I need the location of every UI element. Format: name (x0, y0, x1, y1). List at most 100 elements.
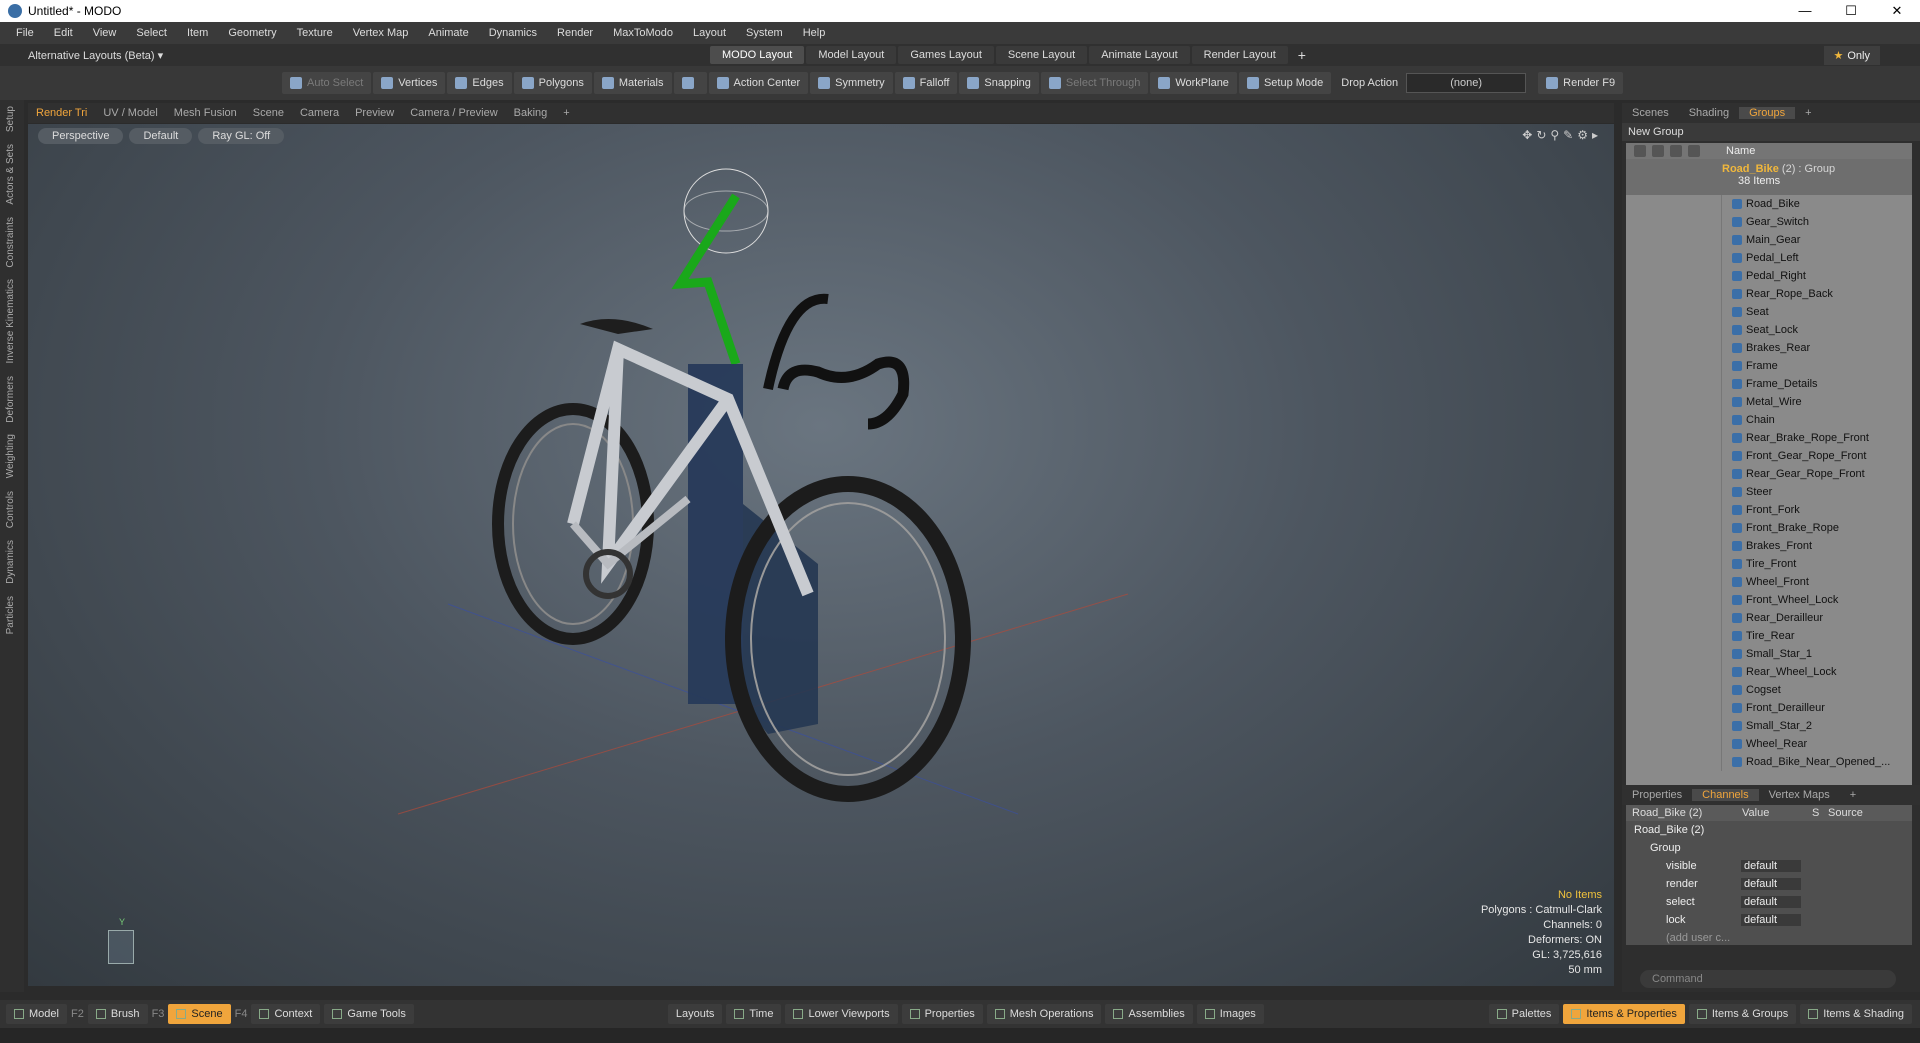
list-item[interactable]: Wheel_Rear (1626, 735, 1912, 753)
tab-baking[interactable]: Baking (506, 107, 556, 119)
list-item[interactable]: Tire_Front (1626, 555, 1912, 573)
group-list[interactable]: Name Road_Bike (2) : Group 38 Items Road… (1626, 143, 1912, 876)
tab-particles[interactable]: Particles (0, 590, 21, 640)
menu-system[interactable]: System (736, 27, 793, 39)
command-input[interactable]: Command (1640, 970, 1896, 988)
menu-geometry[interactable]: Geometry (218, 27, 286, 39)
properties-button[interactable]: Properties (901, 1004, 983, 1024)
list-item[interactable]: Pedal_Right (1626, 267, 1912, 285)
palettes-button[interactable]: Palettes (1488, 1004, 1560, 1024)
list-item[interactable]: Cogset (1626, 681, 1912, 699)
list-item[interactable]: Front_Fork (1626, 501, 1912, 519)
maximize-button[interactable]: ☐ (1828, 3, 1874, 19)
auto-select-button[interactable]: Auto Select (282, 72, 372, 94)
game-tools-button[interactable]: Game Tools (324, 1004, 414, 1024)
list-item[interactable]: Tire_Rear (1626, 627, 1912, 645)
list-item[interactable]: Front_Wheel_Lock (1626, 591, 1912, 609)
add-layout-button[interactable]: + (1290, 47, 1314, 63)
channel-row[interactable]: visible default (1626, 857, 1912, 875)
lower-viewports-button[interactable]: Lower Viewports (785, 1004, 898, 1024)
list-item[interactable]: Frame (1626, 357, 1912, 375)
list-item[interactable]: Seat (1626, 303, 1912, 321)
list-item[interactable]: Rear_Brake_Rope_Front (1626, 429, 1912, 447)
channel-row[interactable]: select default (1626, 893, 1912, 911)
menu-item[interactable]: Item (177, 27, 218, 39)
mesh-operations-button[interactable]: Mesh Operations (986, 1004, 1102, 1024)
polygons-button[interactable]: Polygons (513, 72, 592, 94)
list-item[interactable]: Front_Derailleur (1626, 699, 1912, 717)
context-button[interactable]: Context (251, 1004, 321, 1024)
new-group-button[interactable]: New Group (1622, 123, 1920, 141)
list-item[interactable]: Wheel_Front (1626, 573, 1912, 591)
tab-deformers[interactable]: Deformers (0, 370, 21, 429)
list-item[interactable]: Brakes_Front (1626, 537, 1912, 555)
tab-camera[interactable]: Camera (292, 107, 347, 119)
tab-render-layout[interactable]: Render Layout (1191, 46, 1288, 64)
edges-button[interactable]: Edges (447, 72, 512, 94)
assemblies-button[interactable]: Assemblies (1105, 1004, 1193, 1024)
add-user-channel-row[interactable]: (add user c... (1626, 929, 1912, 947)
tab-render-tri[interactable]: Render Tri (28, 107, 95, 119)
tab-camera-preview[interactable]: Camera / Preview (402, 107, 505, 119)
close-button[interactable]: ✕ (1874, 3, 1920, 19)
menu-view[interactable]: View (83, 27, 127, 39)
list-item[interactable]: Small_Star_1 (1626, 645, 1912, 663)
brush-button[interactable]: Brush (87, 1004, 148, 1024)
add-channel-tab-button[interactable]: + (1840, 789, 1866, 801)
tab-controls[interactable]: Controls (0, 485, 21, 534)
tab-weighting[interactable]: Weighting (0, 428, 21, 484)
list-item[interactable]: Road_Bike_Near_Opened_... (1626, 753, 1912, 771)
channel-group-row[interactable]: Group (1626, 839, 1912, 857)
tab-modo-layout[interactable]: MODO Layout (710, 46, 805, 64)
tab-shading[interactable]: Shading (1679, 107, 1739, 119)
tab-scene-layout[interactable]: Scene Layout (995, 46, 1088, 64)
channel-value-dropdown[interactable]: default (1741, 878, 1801, 890)
channel-value-dropdown[interactable]: default (1741, 896, 1801, 908)
list-item[interactable]: Pedal_Left (1626, 249, 1912, 267)
tab-inverse-kinematics[interactable]: Inverse Kinematics (0, 273, 21, 369)
snapping-button[interactable]: Snapping (959, 72, 1039, 94)
alternative-layouts-dropdown[interactable]: Alternative Layouts (Beta) ▾ (0, 49, 710, 62)
channel-value-dropdown[interactable]: default (1741, 860, 1801, 872)
menu-layout[interactable]: Layout (683, 27, 736, 39)
action-center-button[interactable]: Action Center (708, 72, 809, 94)
tab-scenes[interactable]: Scenes (1622, 107, 1679, 119)
menu-select[interactable]: Select (126, 27, 177, 39)
model-button[interactable]: Model (6, 1004, 67, 1024)
tab-actors-sets[interactable]: Actors & Sets (0, 138, 21, 211)
tab-dynamics[interactable]: Dynamics (0, 534, 21, 590)
tab-preview[interactable]: Preview (347, 107, 402, 119)
channel-row[interactable]: lock default (1626, 911, 1912, 929)
list-item[interactable]: Main_Gear (1626, 231, 1912, 249)
list-item[interactable]: Metal_Wire (1626, 393, 1912, 411)
only-toggle[interactable]: ★ Only (1823, 45, 1880, 65)
tab-games-layout[interactable]: Games Layout (898, 46, 994, 64)
list-item[interactable]: Steer (1626, 483, 1912, 501)
channel-root-row[interactable]: Road_Bike (2) (1626, 821, 1912, 839)
render-toggle-icon[interactable] (1652, 145, 1664, 157)
falloff-button[interactable]: Falloff (894, 72, 958, 94)
tab-setup[interactable]: Setup (0, 100, 21, 138)
list-item[interactable]: Gear_Switch (1626, 213, 1912, 231)
add-panel-tab-button[interactable]: + (1795, 107, 1821, 119)
menu-vertex-map[interactable]: Vertex Map (343, 27, 419, 39)
list-item[interactable]: Rear_Wheel_Lock (1626, 663, 1912, 681)
vertices-button[interactable]: Vertices (373, 72, 446, 94)
select-through-button[interactable]: Select Through (1040, 72, 1149, 94)
symmetry-button[interactable]: Symmetry (810, 72, 893, 94)
menu-dynamics[interactable]: Dynamics (479, 27, 547, 39)
workplane-button[interactable]: WorkPlane (1150, 72, 1237, 94)
group-row-road-bike[interactable]: Road_Bike (2) : Group 38 Items (1626, 159, 1912, 195)
menu-edit[interactable]: Edit (44, 27, 83, 39)
setup-mode-button[interactable]: Setup Mode (1238, 72, 1332, 94)
tab-animate-layout[interactable]: Animate Layout (1089, 46, 1190, 64)
tab-constraints[interactable]: Constraints (0, 211, 21, 274)
list-item[interactable]: Rear_Gear_Rope_Front (1626, 465, 1912, 483)
drop-action-dropdown[interactable]: (none) (1406, 73, 1527, 93)
menu-animate[interactable]: Animate (418, 27, 478, 39)
menu-texture[interactable]: Texture (287, 27, 343, 39)
list-item[interactable]: Rear_Rope_Back (1626, 285, 1912, 303)
items-shading-button[interactable]: Items & Shading (1800, 1004, 1912, 1024)
render-button[interactable]: Render F9 (1538, 72, 1624, 94)
layouts-button[interactable]: Layouts (667, 1004, 723, 1024)
